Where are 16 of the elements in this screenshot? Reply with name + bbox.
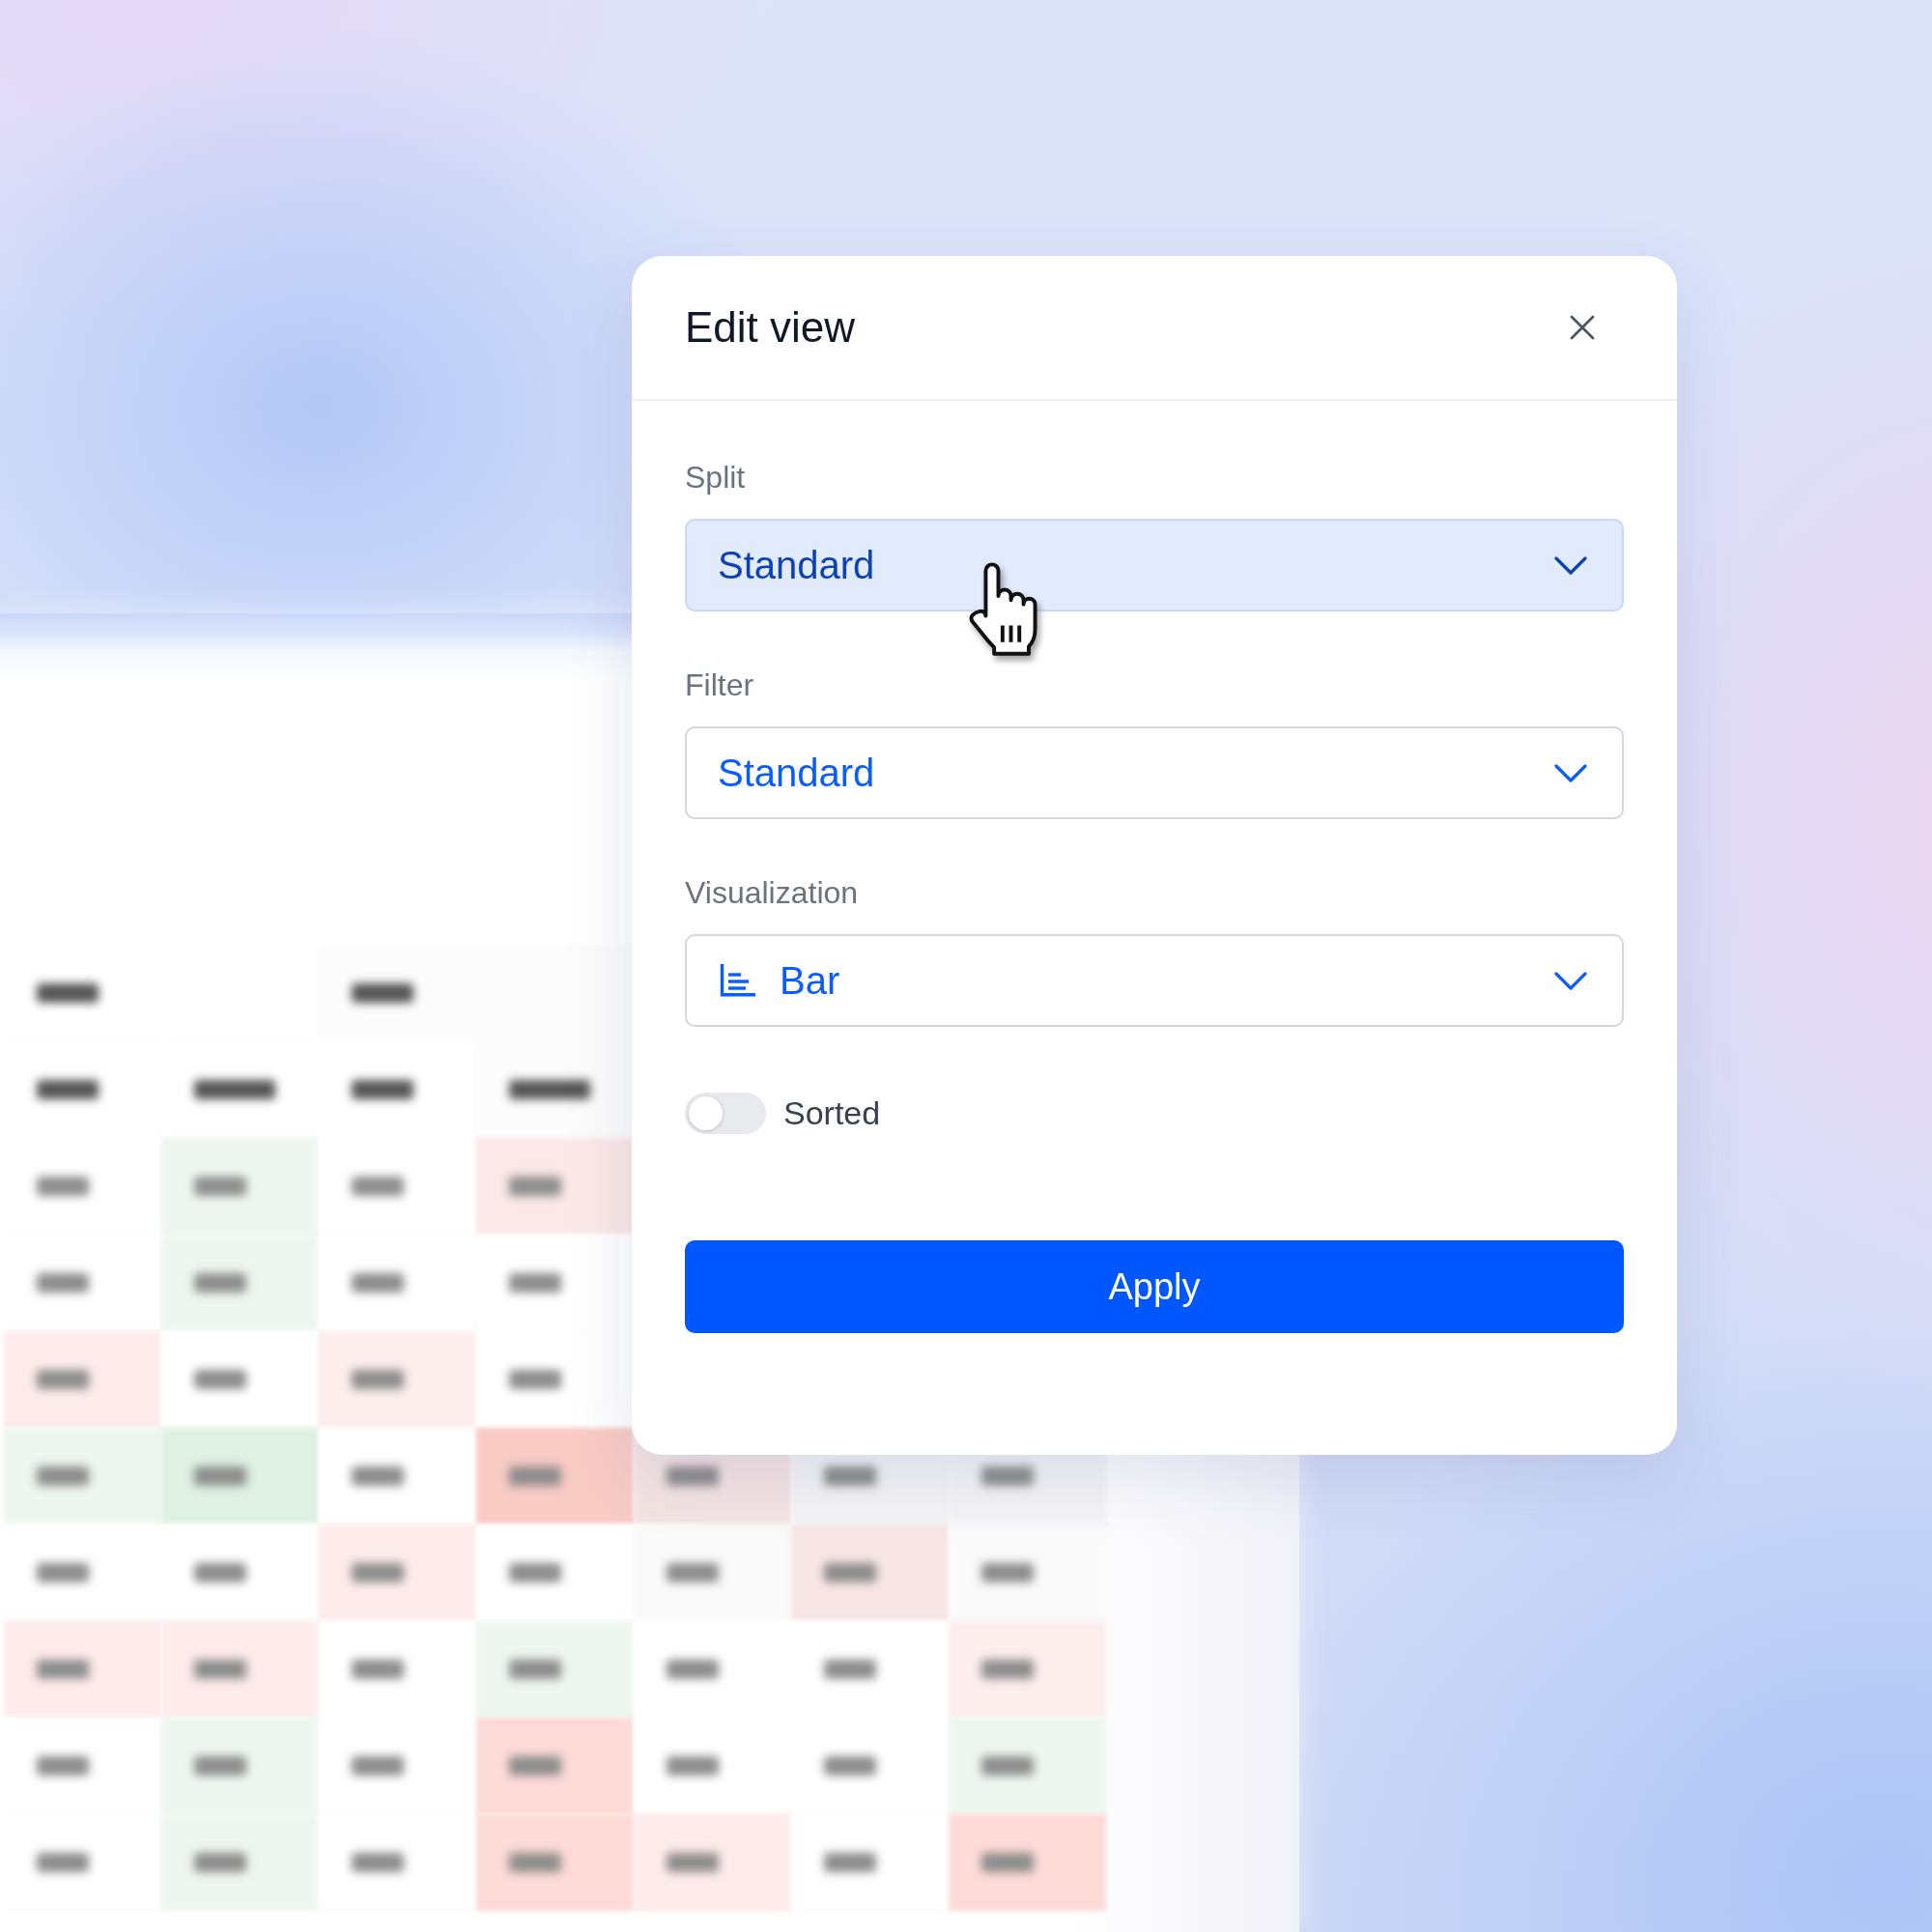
toggle-switch[interactable]	[685, 1093, 766, 1134]
field-label: Visualization	[685, 874, 859, 912]
dropdown-field[interactable]: Bar	[685, 934, 1624, 1027]
apply-button[interactable]: Apply	[685, 1240, 1624, 1333]
field-label: Split	[685, 459, 746, 497]
toggle-label: Sorted	[783, 1094, 881, 1132]
bar-chart-icon	[720, 964, 755, 997]
dropdown-field[interactable]: Standard	[685, 726, 1624, 819]
chevron-down-icon	[1554, 763, 1587, 782]
chevron-down-icon	[1554, 555, 1587, 575]
close-button[interactable]	[1570, 315, 1595, 340]
close-icon	[1570, 315, 1595, 340]
dropdown-field[interactable]: Standard	[685, 519, 1624, 611]
chevron-down-icon	[1554, 971, 1587, 990]
dialog-title: Edit view	[685, 303, 856, 352]
field-label: Filter	[685, 667, 754, 704]
